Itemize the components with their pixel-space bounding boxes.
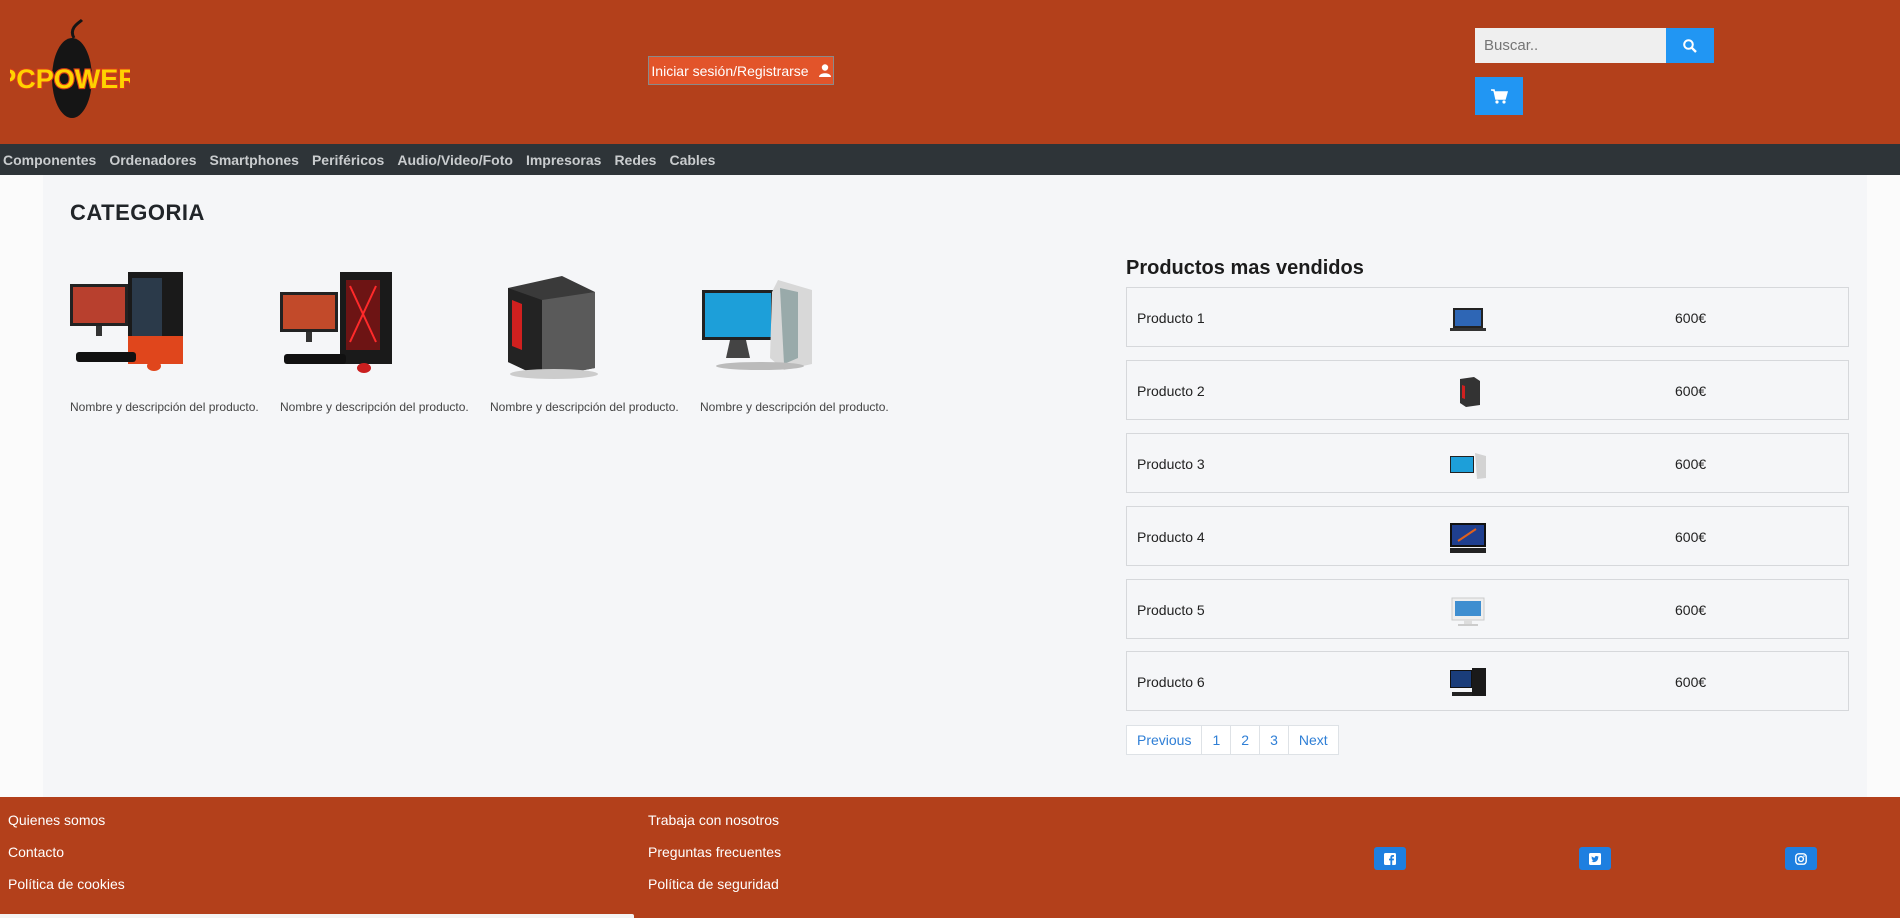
twitter-button[interactable] <box>1579 847 1611 870</box>
product-price: 600€ <box>1675 674 1707 690</box>
product-name: Producto 1 <box>1137 310 1205 326</box>
pagination: Previous 1 2 3 Next <box>1126 725 1339 755</box>
product-name: Producto 3 <box>1137 456 1205 472</box>
logo-text: PCPOWER <box>10 64 130 94</box>
nav-item-redes[interactable]: Redes <box>614 152 656 168</box>
instagram-button[interactable] <box>1785 847 1817 870</box>
product-thumbnail <box>1450 308 1486 331</box>
header <box>0 0 1900 144</box>
pagination-next[interactable]: Next <box>1287 725 1339 755</box>
footer-link-contacto[interactable]: Contacto <box>8 844 64 860</box>
product-price: 600€ <box>1675 602 1707 618</box>
product-price: 600€ <box>1675 310 1707 326</box>
nav-item-cables[interactable]: Cables <box>669 152 715 168</box>
cart-button[interactable] <box>1475 77 1523 115</box>
product-name: Producto 5 <box>1137 602 1205 618</box>
product-image <box>702 280 812 370</box>
twitter-icon <box>1589 852 1601 865</box>
product-description: Nombre y descripción del producto. <box>490 400 679 414</box>
product-thumbnail <box>1460 377 1480 407</box>
facebook-button[interactable] <box>1374 847 1406 870</box>
pagination-page-1[interactable]: 1 <box>1201 725 1232 755</box>
pagination-previous[interactable]: Previous <box>1126 725 1203 755</box>
product-thumbnail <box>1451 597 1485 626</box>
product-card[interactable]: Nombre y descripción del producto. <box>700 262 890 414</box>
search-button[interactable] <box>1666 28 1714 63</box>
user-icon <box>818 64 831 77</box>
login-label: Iniciar sesión/Registrarse <box>651 62 809 79</box>
best-seller-row[interactable]: Producto 4 600€ <box>1126 506 1849 566</box>
best-seller-row[interactable]: Producto 6 600€ <box>1126 651 1849 711</box>
pagination-page-2[interactable]: 2 <box>1230 725 1261 755</box>
product-price: 600€ <box>1675 529 1707 545</box>
pagination-page-3[interactable]: 3 <box>1259 725 1289 755</box>
product-thumbnail <box>1450 523 1486 553</box>
product-price: 600€ <box>1675 383 1707 399</box>
best-seller-row[interactable]: Producto 5 600€ <box>1126 579 1849 639</box>
product-card[interactable]: Nombre y descripción del producto. <box>280 262 470 414</box>
footer-link-quienes-somos[interactable]: Quienes somos <box>8 812 105 828</box>
product-description: Nombre y descripción del producto. <box>280 400 469 414</box>
best-seller-row[interactable]: Producto 1 600€ <box>1126 287 1849 347</box>
cart-icon <box>1490 88 1508 104</box>
login-register-button[interactable]: Iniciar sesión/Registrarse <box>648 56 834 85</box>
product-image <box>70 272 183 371</box>
product-description: Nombre y descripción del producto. <box>700 400 889 414</box>
product-thumbnail <box>1450 453 1486 479</box>
product-description: Nombre y descripción del producto. <box>70 400 259 414</box>
search-input[interactable] <box>1475 28 1666 63</box>
product-card[interactable]: Nombre y descripción del producto. <box>490 262 680 414</box>
product-card[interactable]: Nombre y descripción del producto. <box>70 262 260 414</box>
product-name: Producto 6 <box>1137 674 1205 690</box>
nav-item-audio-video-foto[interactable]: Audio/Video/Foto <box>397 152 513 168</box>
category-nav: Componentes Ordenadores Smartphones Peri… <box>0 144 1900 175</box>
pcpower-logo[interactable]: PCPOWER <box>10 18 130 124</box>
footer-link-preguntas[interactable]: Preguntas frecuentes <box>648 844 781 860</box>
category-title: CATEGORIA <box>70 200 205 225</box>
best-seller-row[interactable]: Producto 2 600€ <box>1126 360 1849 420</box>
footer <box>0 797 1900 918</box>
instagram-icon <box>1795 852 1807 865</box>
nav-item-ordenadores[interactable]: Ordenadores <box>109 152 196 168</box>
best-sellers-title: Productos mas vendidos <box>1126 257 1364 279</box>
product-thumbnail <box>1450 668 1486 696</box>
footer-link-politica-cookies[interactable]: Política de cookies <box>8 876 125 892</box>
product-name: Producto 2 <box>1137 383 1205 399</box>
product-image <box>508 276 598 379</box>
nav-item-impresoras[interactable]: Impresoras <box>526 152 601 168</box>
facebook-icon <box>1384 852 1396 865</box>
footer-link-politica-seguridad[interactable]: Política de seguridad <box>648 876 779 892</box>
search-bar <box>1475 28 1714 63</box>
product-name: Producto 4 <box>1137 529 1205 545</box>
product-image <box>280 272 392 373</box>
footer-link-trabaja[interactable]: Trabaja con nosotros <box>648 812 779 828</box>
bottom-scroll-indicator <box>0 914 634 918</box>
nav-item-smartphones[interactable]: Smartphones <box>209 152 298 168</box>
best-seller-row[interactable]: Producto 3 600€ <box>1126 433 1849 493</box>
search-icon <box>1683 38 1697 53</box>
nav-item-componentes[interactable]: Componentes <box>3 152 96 168</box>
nav-item-perifericos[interactable]: Periféricos <box>312 152 384 168</box>
product-price: 600€ <box>1675 456 1707 472</box>
